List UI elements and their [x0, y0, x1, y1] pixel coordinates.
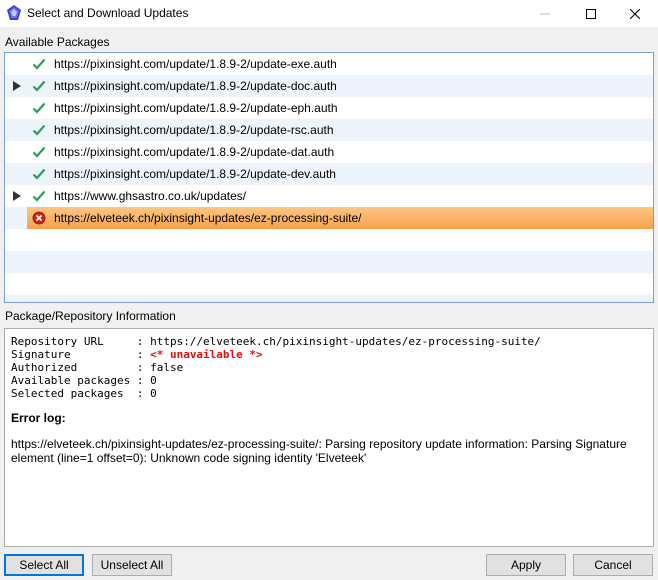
select-all-button[interactable]: Select All: [4, 554, 84, 576]
close-icon: [630, 8, 640, 19]
info-line-available-packages: Available packages : 0: [11, 374, 157, 387]
info-line-authorized: Authorized : false: [11, 361, 184, 374]
apply-button[interactable]: Apply: [486, 554, 566, 576]
list-item[interactable]: https://pixinsight.com/update/1.8.9-2/up…: [5, 53, 653, 75]
error-log-text: https://elveteek.ch/pixinsight-updates/e…: [11, 437, 627, 465]
list-item[interactable]: https://www.ghsastro.co.uk/updates/: [5, 185, 653, 207]
package-list[interactable]: https://pixinsight.com/update/1.8.9-2/up…: [4, 52, 654, 303]
error-circle-icon: [32, 211, 46, 225]
checkmark-icon: [32, 58, 46, 70]
maximize-icon: [586, 8, 596, 19]
package-info-label: Package/Repository Information: [5, 309, 176, 323]
minimize-button[interactable]: [522, 0, 568, 27]
package-url: https://pixinsight.com/update/1.8.9-2/up…: [54, 145, 335, 159]
checkmark-icon: [32, 190, 46, 202]
window-title: Select and Download Updates: [27, 6, 189, 20]
package-info-box[interactable]: Repository URL : https://elveteek.ch/pix…: [4, 328, 654, 547]
package-url: https://pixinsight.com/update/1.8.9-2/up…: [54, 101, 338, 115]
minimize-icon: [540, 13, 550, 14]
unselect-all-button[interactable]: Unselect All: [92, 554, 172, 576]
available-packages-label: Available Packages: [5, 35, 110, 49]
checkmark-icon: [32, 80, 46, 92]
list-item[interactable]: https://pixinsight.com/update/1.8.9-2/up…: [5, 141, 653, 163]
package-url: https://pixinsight.com/update/1.8.9-2/up…: [54, 123, 334, 137]
empty-row: [5, 251, 653, 273]
app-logo-icon: [7, 5, 21, 20]
checkmark-icon: [32, 102, 46, 114]
package-url: https://www.ghsastro.co.uk/updates/: [54, 189, 247, 203]
list-item[interactable]: https://pixinsight.com/update/1.8.9-2/up…: [5, 119, 653, 141]
list-item[interactable]: https://pixinsight.com/update/1.8.9-2/up…: [5, 75, 653, 97]
list-item-selected[interactable]: https://elveteek.ch/pixinsight-updates/e…: [5, 207, 653, 229]
checkmark-icon: [32, 146, 46, 158]
expand-arrow-icon[interactable]: [13, 81, 21, 91]
list-item[interactable]: https://pixinsight.com/update/1.8.9-2/up…: [5, 97, 653, 119]
package-url: https://pixinsight.com/update/1.8.9-2/up…: [54, 57, 337, 71]
close-button[interactable]: [612, 0, 658, 27]
checkmark-icon: [32, 168, 46, 180]
error-log-heading: Error log:: [11, 411, 66, 425]
empty-row: [5, 229, 653, 251]
info-line-selected-packages: Selected packages : 0: [11, 387, 157, 400]
package-url: https://pixinsight.com/update/1.8.9-2/up…: [54, 167, 336, 181]
checkmark-icon: [32, 124, 46, 136]
cancel-button[interactable]: Cancel: [573, 554, 653, 576]
signature-unavailable-value: <* unavailable *>: [150, 348, 263, 361]
maximize-button[interactable]: [568, 0, 614, 27]
list-item[interactable]: https://pixinsight.com/update/1.8.9-2/up…: [5, 163, 653, 185]
info-line-signature: Signature : <* unavailable *>: [11, 348, 263, 361]
package-url: https://elveteek.ch/pixinsight-updates/e…: [54, 211, 362, 225]
empty-row: [5, 295, 653, 302]
expand-arrow-icon[interactable]: [13, 191, 21, 201]
package-url: https://pixinsight.com/update/1.8.9-2/up…: [54, 79, 337, 93]
info-line-repository-url: Repository URL : https://elveteek.ch/pix…: [11, 335, 541, 348]
empty-row: [5, 273, 653, 295]
title-bar: Select and Download Updates: [0, 0, 658, 27]
